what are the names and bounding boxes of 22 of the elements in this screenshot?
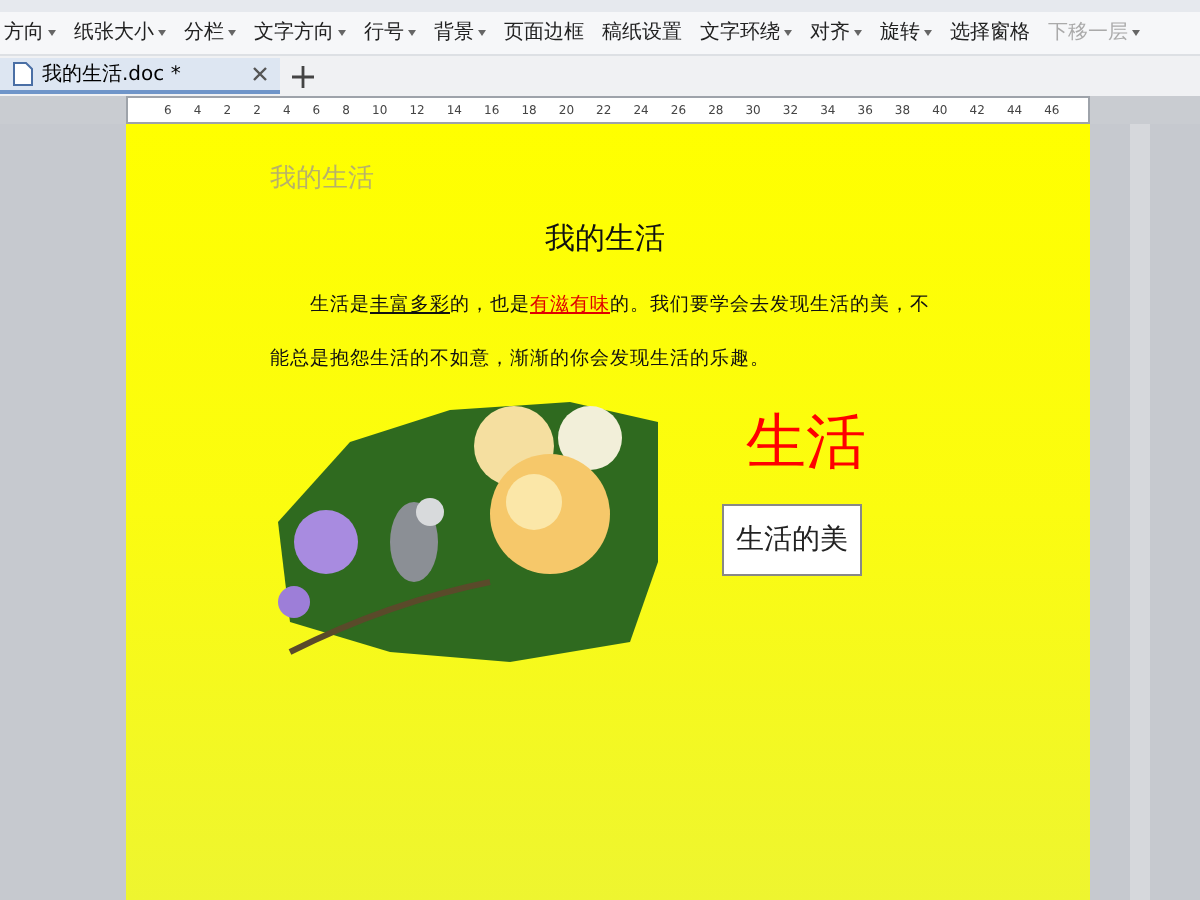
toolbar-button[interactable]: 旋转 (876, 18, 936, 46)
document-title: 我的生活 (543, 220, 667, 258)
toolbar-button[interactable]: 方向 (0, 18, 60, 46)
toolbar-button[interactable]: 行号 (360, 18, 420, 46)
document-tab[interactable]: 我的生活.doc * (0, 58, 280, 94)
paragraph: 生活是丰富多彩的，也是有滋有味的。我们要学会去发现生活的美，不能总是抱怨生活的不如意，渐渐的你会发现生活的乐趣。 (270, 292, 932, 374)
close-icon[interactable] (252, 66, 268, 82)
toolbar-button[interactable]: 背景 (430, 18, 490, 46)
toolbar-button[interactable]: 对齐 (806, 18, 866, 46)
toolbar-button[interactable]: 页面边框 (500, 18, 588, 46)
toolbar-button[interactable]: 文字环绕 (696, 18, 796, 46)
toolbar-button[interactable]: 稿纸设置 (598, 18, 686, 46)
toolbar-button[interactable]: 文字方向 (250, 18, 350, 46)
toolbar-button[interactable]: 纸张大小 (70, 18, 170, 46)
toolbar-button[interactable]: 选择窗格 (946, 18, 1034, 46)
tab-label: 我的生活.doc * (42, 61, 183, 88)
toolbar-button[interactable]: 分栏 (180, 18, 240, 46)
header-text: 我的生活 (270, 162, 376, 196)
text-box: 生活的美 (722, 504, 862, 576)
document-icon (12, 62, 34, 86)
new-tab-icon[interactable] (292, 65, 314, 87)
wordart-text: 生活 (746, 406, 866, 482)
